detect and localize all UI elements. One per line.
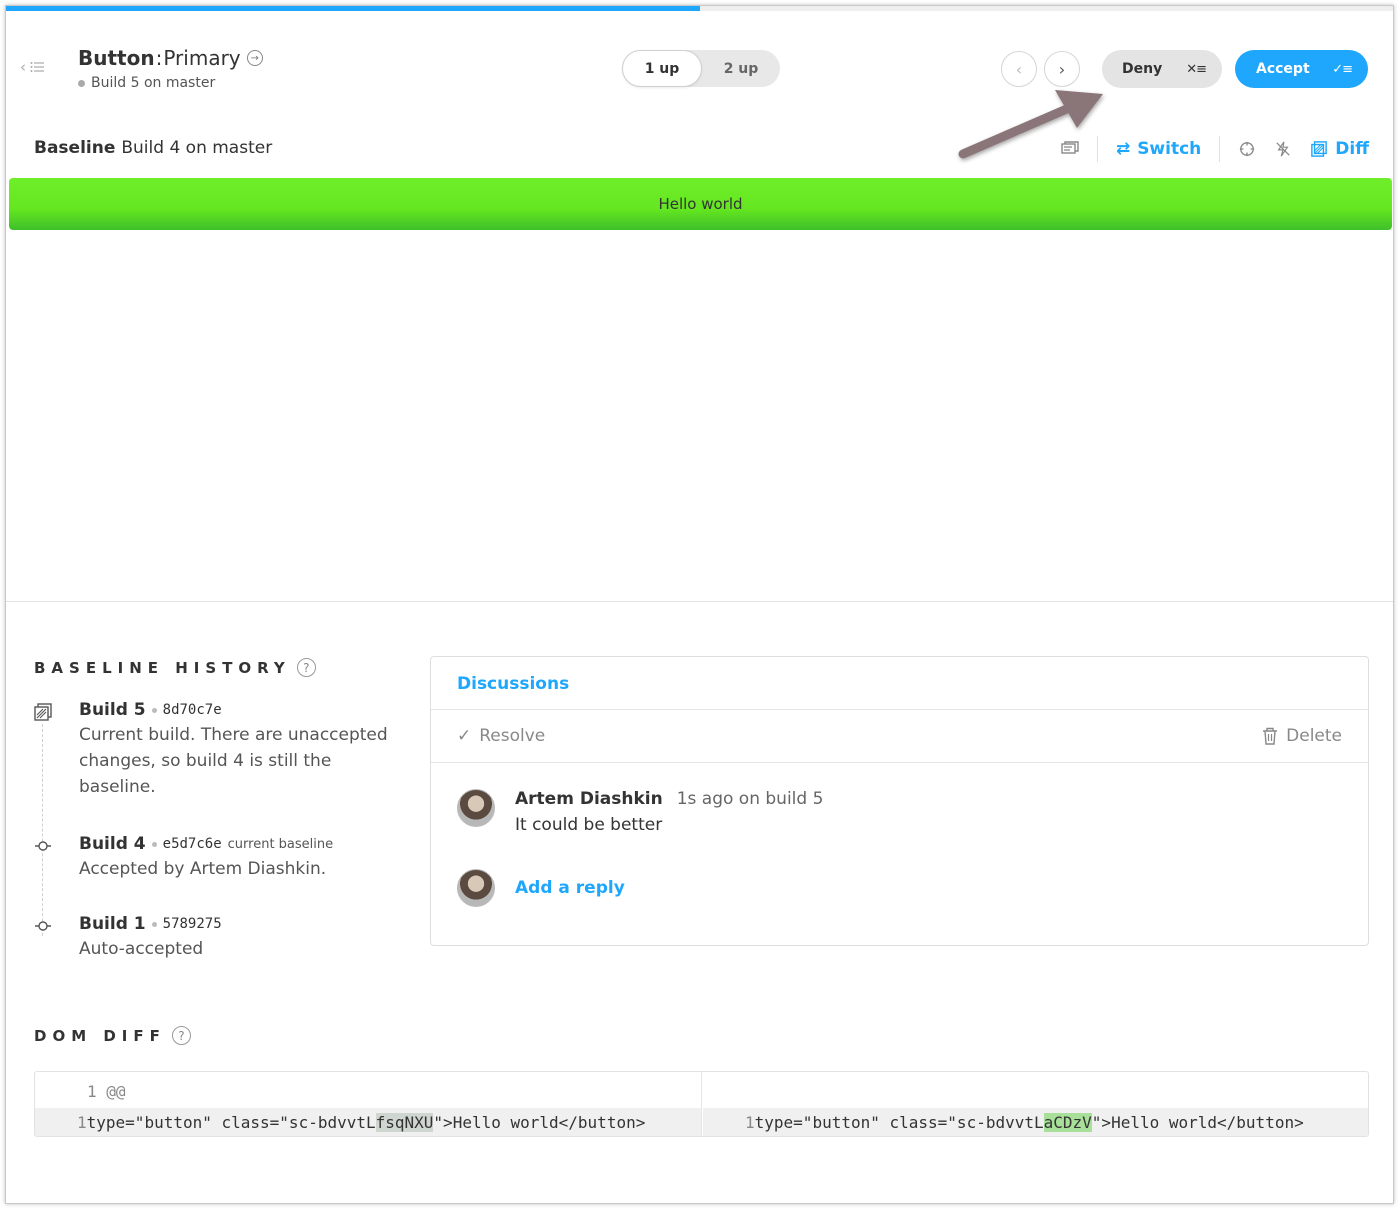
diff-removed-token: fsqNXU (375, 1112, 434, 1132)
reply-row: Add a reply (457, 869, 625, 907)
component-name: Button (78, 46, 155, 70)
build-description: Auto-accepted (79, 939, 204, 959)
build-hash: e5d7c6e (162, 836, 222, 852)
back-to-list-button[interactable]: ‹ (20, 58, 44, 76)
comment-meta: 1s ago on build 5 (676, 789, 824, 809)
help-icon[interactable]: ? (171, 1026, 191, 1045)
build-name[interactable]: Build 1 (79, 914, 146, 934)
go-to-story-icon[interactable]: → (246, 50, 263, 66)
deny-icon: ✕≡ (1186, 61, 1207, 77)
list-icon (30, 62, 44, 72)
switch-button[interactable]: ⇄ Switch (1116, 139, 1201, 159)
accept-button[interactable]: Accept ✓≡ (1235, 50, 1368, 88)
chevron-left-icon: ‹ (1015, 59, 1023, 79)
dom-diff-viewer[interactable]: 1 @@ 1 type="button" class="sc-bdvvtL fsq… (34, 1071, 1369, 1137)
diff-button[interactable]: Diff (1310, 139, 1369, 159)
commit-icon (35, 841, 51, 851)
strobe-button[interactable] (1274, 141, 1292, 157)
build-hash: 8d70c7e (162, 702, 222, 718)
check-icon: ✓ (457, 726, 472, 746)
discussions-tab[interactable]: Discussions (431, 657, 1368, 710)
build-description: Current build. There are unaccepted chan… (79, 725, 388, 797)
preview-button: Hello world (9, 178, 1392, 230)
diff-added-token: aCDzV (1043, 1112, 1092, 1132)
diff-line: 1 type="button" class="sc-bdvvtL fsqNXU ">… (35, 1108, 701, 1136)
trash-icon (1263, 727, 1278, 745)
progress-bar (6, 6, 1393, 11)
preview-toolbar: ⇄ Switch Diff (1061, 136, 1369, 162)
comments-toggle[interactable] (1061, 141, 1079, 157)
comment: Artem Diashkin 1s ago on build 5 It could… (457, 789, 823, 835)
progress-fill (6, 6, 700, 11)
accept-icon: ✓≡ (1332, 61, 1353, 77)
discussions-panel: Discussions ✓ Resolve Delete Artem Diash… (430, 656, 1369, 946)
baseline-info: Baseline Build 4 on master (34, 138, 273, 158)
view-1up-button[interactable]: 1 up (622, 50, 702, 87)
baseline-tag: current baseline (227, 836, 334, 852)
build-name[interactable]: Build 5 (79, 700, 146, 720)
view-2up-button[interactable]: 2 up (702, 50, 780, 87)
diff-line: 1 type="button" class="sc-bdvvtL aCDzV ">H… (703, 1108, 1368, 1136)
commit-icon (35, 921, 51, 931)
dom-diff-title: DOM DIFF ? (34, 1026, 191, 1045)
toolbar-divider (1096, 136, 1098, 162)
diff-new-column: 1 type="button" class="sc-bdvvtL aCDzV ">H… (703, 1072, 1368, 1136)
lightning-off-icon (1276, 141, 1290, 157)
chevron-left-icon: ‹ (20, 58, 26, 76)
history-timeline (42, 724, 43, 936)
discussion-actions: ✓ Resolve Delete (431, 710, 1368, 763)
build-description: Accepted by Artem Diashkin. (79, 859, 327, 879)
page-title: Button : Primary → (78, 46, 263, 70)
delete-button[interactable]: Delete (1262, 726, 1342, 746)
diff-hunk-header: 1 @@ (87, 1082, 126, 1101)
build-info: Build 5 on master (78, 75, 263, 91)
app-window: ‹ Button : Primary → Build 5 on master 1… (5, 5, 1394, 1204)
story-name: Primary (163, 46, 241, 70)
avatar (457, 789, 495, 827)
toolbar-divider (1219, 136, 1221, 162)
comment-text: It could be better (515, 815, 663, 835)
resolve-button[interactable]: ✓ Resolve (457, 726, 545, 746)
story-title-block: Button : Primary → Build 5 on master (78, 46, 263, 91)
diff-old-column: 1 @@ 1 type="button" class="sc-bdvvtL fsq… (35, 1072, 702, 1136)
focus-button[interactable] (1238, 141, 1256, 157)
help-icon[interactable]: ? (296, 658, 316, 677)
current-build-icon (34, 703, 52, 721)
deny-button[interactable]: Deny ✕≡ (1102, 50, 1222, 88)
next-change-button[interactable]: › (1044, 51, 1080, 87)
view-mode-toggle[interactable]: 1 up 2 up (622, 50, 780, 87)
comment-author: Artem Diashkin (515, 789, 663, 809)
build-hash: 5789275 (162, 916, 222, 932)
previous-change-button[interactable]: ‹ (1001, 51, 1037, 87)
baseline-history-title: BASELINE HISTORY ? (34, 658, 316, 677)
snapshot-preview: Hello world (6, 174, 1393, 602)
crosshair-icon (1240, 141, 1255, 157)
switch-icon: ⇄ (1115, 139, 1131, 159)
avatar (457, 869, 495, 907)
chevron-right-icon: › (1058, 59, 1066, 79)
comments-icon (1061, 141, 1079, 154)
build-status-dot (78, 79, 85, 87)
diff-icon (1311, 141, 1328, 157)
build-name[interactable]: Build 4 (79, 834, 146, 854)
add-reply-link[interactable]: Add a reply (515, 878, 625, 898)
